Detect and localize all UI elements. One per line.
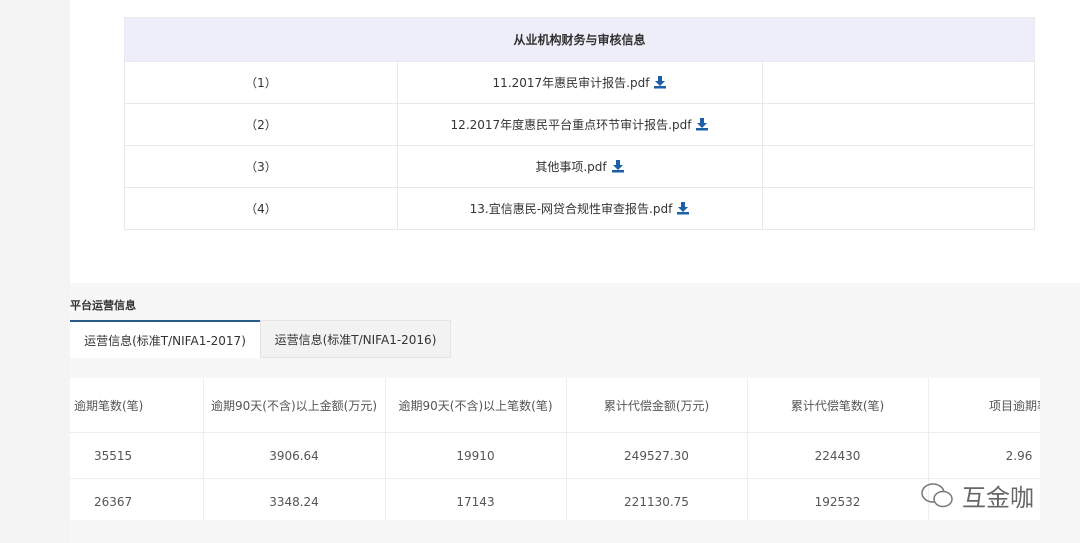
- left-margin: [0, 0, 70, 543]
- empty-cell: [762, 145, 1035, 188]
- wechat-icon: [921, 482, 953, 507]
- column-header: 累计代偿金额(万元): [566, 378, 748, 433]
- file-cell: 11.2017年惠民审计报告.pdf: [397, 61, 763, 104]
- audit-row: （2） 12.2017年度惠民平台重点环节审计报告.pdf: [124, 103, 1035, 146]
- row-number: （1）: [124, 61, 398, 104]
- table-cell: 3906.64: [203, 432, 386, 479]
- empty-cell: [762, 103, 1035, 146]
- table-row: 35515 3906.64 19910 249527.30 224430 2.96: [70, 432, 1040, 479]
- ops-title: 平台运营信息: [70, 299, 136, 312]
- table-cell: 249527.30: [566, 432, 748, 479]
- download-icon[interactable]: [695, 117, 709, 131]
- empty-cell: [762, 187, 1035, 230]
- audit-row: （1） 11.2017年惠民审计报告.pdf: [124, 61, 1035, 104]
- table-cell: 221130.75: [566, 478, 748, 520]
- file-link[interactable]: 12.2017年度惠民平台重点环节审计报告.pdf: [451, 118, 692, 132]
- download-icon[interactable]: [653, 75, 667, 89]
- table-cell: 17143: [385, 478, 567, 520]
- watermark-text: 互金咖: [962, 484, 1034, 512]
- column-header: 累计代偿笔数(笔): [747, 378, 929, 433]
- file-cell: 其他事项.pdf: [397, 145, 763, 188]
- audit-table: 从业机构财务与审核信息 （1） 11.2017年惠民审计报告.pdf （2） 12.2…: [124, 17, 1035, 230]
- table-cell: 192532: [747, 478, 929, 520]
- file-link[interactable]: 11.2017年惠民审计报告.pdf: [493, 76, 650, 90]
- column-header: 项目逾期率: [928, 378, 1040, 433]
- file-link[interactable]: 其他事项.pdf: [535, 160, 606, 174]
- row-number: （2）: [124, 103, 398, 146]
- file-cell: 12.2017年度惠民平台重点环节审计报告.pdf: [397, 103, 763, 146]
- audit-row: （3） 其他事项.pdf: [124, 145, 1035, 188]
- row-number: （4）: [124, 187, 398, 230]
- ops-table: 逾期笔数(笔) 逾期90天(不含)以上金额(万元) 逾期90天(不含)以上笔数(笔)…: [70, 378, 1040, 520]
- ops-table-container: 逾期笔数(笔) 逾期90天(不含)以上金额(万元) 逾期90天(不含)以上笔数(笔)…: [70, 378, 1040, 520]
- column-header: 逾期90天(不含)以上金额(万元): [203, 378, 386, 433]
- watermark: 互金咖: [920, 478, 1034, 513]
- row-number: （3）: [124, 145, 398, 188]
- file-link[interactable]: 13.宜信惠民-网贷合规性审查报告.pdf: [470, 202, 673, 216]
- table-cell: 19910: [385, 432, 567, 479]
- table-cell: 35515: [70, 432, 204, 479]
- tab-2017[interactable]: 运营信息(标准T/NIFA1-2017): [70, 320, 260, 358]
- download-icon[interactable]: [676, 201, 690, 215]
- download-icon[interactable]: [611, 159, 625, 173]
- table-cell: 2.96: [928, 432, 1040, 479]
- table-row: 26367 3348.24 17143 221130.75 192532: [70, 478, 1040, 520]
- empty-cell: [762, 61, 1035, 104]
- table-cell: 224430: [747, 432, 929, 479]
- column-header: 逾期笔数(笔): [70, 378, 204, 433]
- table-cell: 3348.24: [203, 478, 386, 520]
- audit-table-title: 从业机构财务与审核信息: [124, 17, 1035, 62]
- table-cell: 26367: [70, 478, 204, 520]
- tab-2016[interactable]: 运营信息(标准T/NIFA1-2016): [260, 320, 451, 358]
- audit-row: （4） 13.宜信惠民-网贷合规性审查报告.pdf: [124, 187, 1035, 230]
- column-header: 逾期90天(不含)以上笔数(笔): [385, 378, 567, 433]
- file-cell: 13.宜信惠民-网贷合规性审查报告.pdf: [397, 187, 763, 230]
